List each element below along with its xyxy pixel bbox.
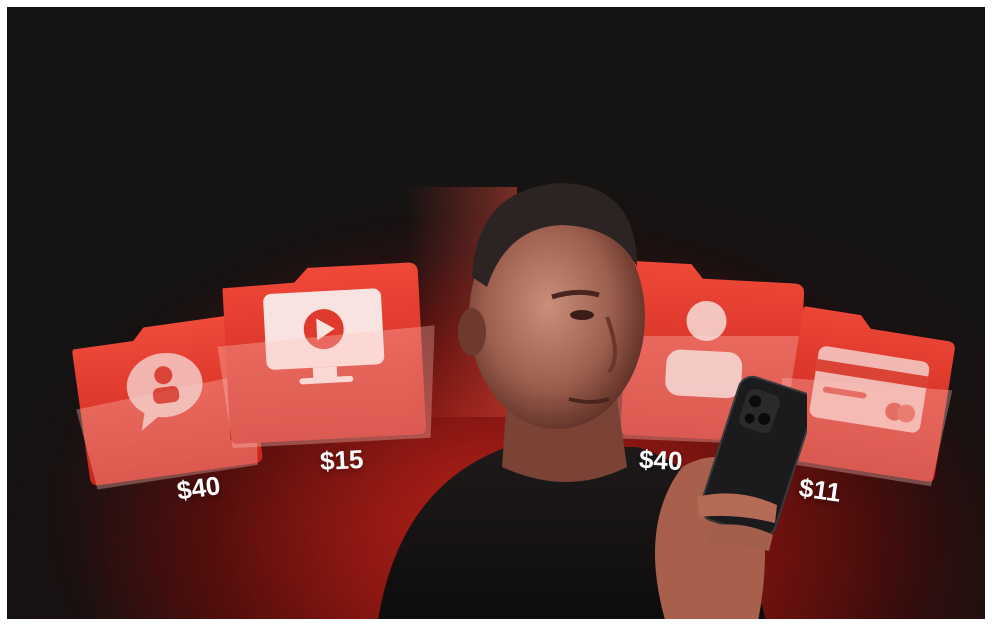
price-profile: $40: [638, 443, 684, 477]
price-video: $15: [319, 443, 365, 477]
hero-image: $40 $15 $40 $11: [7, 7, 985, 619]
price-card: $11: [797, 472, 843, 508]
price-chat: $40: [175, 470, 223, 506]
man-with-phone: [337, 167, 807, 619]
